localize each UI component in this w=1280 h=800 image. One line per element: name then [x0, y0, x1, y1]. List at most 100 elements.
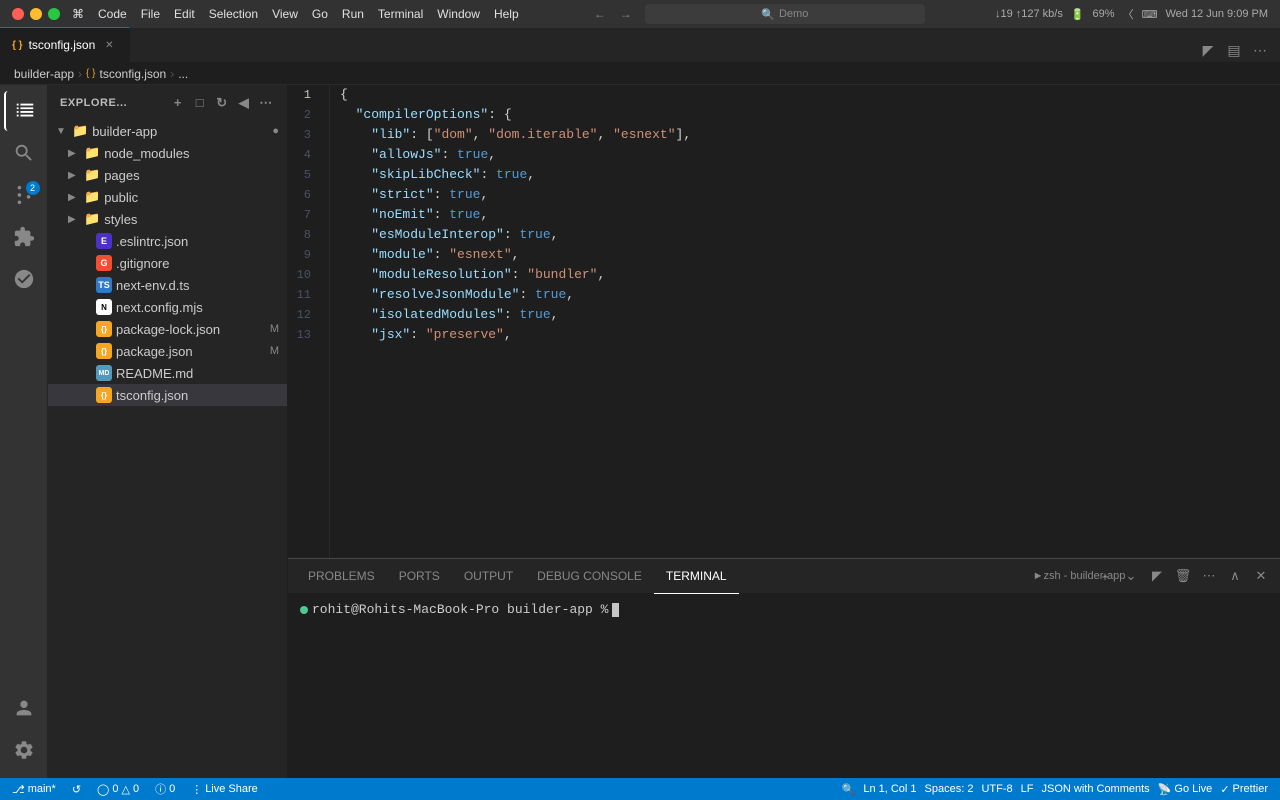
status-sync[interactable]: ↺ — [68, 778, 85, 800]
terminal-tabs: PROBLEMS PORTS OUTPUT DEBUG CONSOLE TERM… — [288, 559, 1280, 594]
tree-root-folder[interactable]: ▼ 📁 builder-app ● — [48, 120, 287, 142]
info-count: 0 — [169, 783, 175, 795]
tree-item-next-env[interactable]: TS next-env.d.ts — [48, 274, 287, 296]
breadcrumb-file[interactable]: tsconfig.json — [100, 67, 167, 81]
status-encoding[interactable]: UTF-8 — [977, 778, 1016, 800]
tree-item-package-lock[interactable]: {} package-lock.json M — [48, 318, 287, 340]
editor-area: 1 2 3 4 5 6 7 8 9 10 11 12 13 { "compile — [288, 85, 1280, 778]
sidebar-header-icons: + □ ↻ ◀ ⋯ — [169, 94, 275, 112]
back-arrow[interactable]: ← — [589, 5, 611, 23]
status-info[interactable]: ⓘ 0 — [151, 778, 179, 800]
terminal-tabs-right: ► zsh - builder-app + ⌄ ◤ 🗑 ⋯ ∧ ✕ — [1068, 565, 1272, 587]
warning-count: 0 — [133, 783, 139, 795]
new-folder-icon[interactable]: □ — [191, 94, 209, 112]
status-go-live[interactable]: 📡 Go Live — [1154, 778, 1217, 800]
breadcrumb-extra[interactable]: ... — [178, 67, 188, 81]
activity-source-control[interactable]: 2 — [4, 175, 44, 215]
activity-search[interactable] — [4, 133, 44, 173]
mac-window-controls[interactable] — [12, 8, 60, 20]
menu-selection[interactable]: Selection — [209, 7, 258, 21]
tree-item-tsconfig[interactable]: {} tsconfig.json — [48, 384, 287, 406]
sync-icon: ↺ — [72, 783, 81, 796]
activity-extensions[interactable] — [4, 217, 44, 257]
line-numbers: 1 2 3 4 5 6 7 8 9 10 11 12 13 — [288, 85, 330, 558]
tab-close-button[interactable]: ✕ — [101, 37, 117, 53]
breadcrumb: builder-app › { } tsconfig.json › ... — [0, 63, 1280, 85]
collapse-icon[interactable]: ◀ — [235, 94, 253, 112]
root-folder-badge: ● — [272, 125, 279, 137]
code-editor[interactable]: 1 2 3 4 5 6 7 8 9 10 11 12 13 { "compile — [288, 85, 1280, 558]
code-line-6: "strict": true, — [340, 185, 1280, 205]
terminal-tab-output[interactable]: OUTPUT — [452, 559, 525, 594]
code-line-4: "allowJs": true, — [340, 145, 1280, 165]
status-search[interactable]: 🔍 — [838, 778, 860, 800]
tree-item-node-modules[interactable]: ▶ 📁 node_modules — [48, 142, 287, 164]
terminal-chevron-icon[interactable]: ⌄ — [1120, 565, 1142, 587]
menu-edit[interactable]: Edit — [174, 7, 195, 21]
activity-remote[interactable] — [4, 259, 44, 299]
menu-terminal[interactable]: Terminal — [378, 7, 423, 21]
menu-run[interactable]: Run — [342, 7, 364, 21]
menu-view[interactable]: View — [272, 7, 298, 21]
tree-item-eslint[interactable]: E .eslintrc.json — [48, 230, 287, 252]
menu-file[interactable]: File — [141, 7, 160, 21]
nav-arrows: ← → — [589, 5, 637, 23]
more-actions-icon[interactable]: ⋯ — [1248, 38, 1272, 62]
tree-item-next-config[interactable]: N next.config.mjs — [48, 296, 287, 318]
maximize-button[interactable] — [48, 8, 60, 20]
tree-item-gitignore[interactable]: G .gitignore — [48, 252, 287, 274]
activity-account[interactable] — [4, 688, 44, 728]
terminal-tab-debug[interactable]: DEBUG CONSOLE — [525, 559, 654, 594]
ln-col-text: Ln 1, Col 1 — [863, 783, 916, 795]
code-content[interactable]: { "compilerOptions": { "lib": ["dom", "d… — [330, 85, 1280, 558]
badge-package-json: M — [270, 345, 279, 357]
new-terminal-icon[interactable]: + — [1094, 565, 1116, 587]
status-branch[interactable]: ⎇ main* — [8, 778, 60, 800]
new-file-icon[interactable]: + — [169, 94, 187, 112]
terminal-content[interactable]: rohit@Rohits-MacBook-Pro builder-app % — [288, 594, 1280, 778]
status-live-share[interactable]: ⋮ Live Share — [187, 778, 262, 800]
split-terminal-icon[interactable]: ◤ — [1146, 565, 1168, 587]
status-ln-col[interactable]: Ln 1, Col 1 — [859, 778, 920, 800]
status-eol[interactable]: LF — [1017, 778, 1038, 800]
terminal-tab-terminal[interactable]: TERMINAL — [654, 559, 739, 594]
tree-item-public[interactable]: ▶ 📁 public — [48, 186, 287, 208]
prompt-dot — [300, 606, 308, 614]
close-button[interactable] — [12, 8, 24, 20]
refresh-icon[interactable]: ↻ — [213, 94, 231, 112]
menu-help[interactable]: Help — [494, 7, 519, 21]
tab-tsconfig[interactable]: { } tsconfig.json ✕ — [0, 27, 130, 62]
menu-go[interactable]: Go — [312, 7, 328, 21]
tree-item-pages[interactable]: ▶ 📁 pages — [48, 164, 287, 186]
menu-window[interactable]: Window — [437, 7, 480, 21]
activity-settings[interactable] — [4, 730, 44, 770]
more-icon[interactable]: ⋯ — [257, 94, 275, 112]
menu-code[interactable]: Code — [98, 7, 127, 21]
status-spaces[interactable]: Spaces: 2 — [921, 778, 978, 800]
status-errors[interactable]: ◯ 0 △ 0 — [93, 778, 143, 800]
layout-icon[interactable]: ▤ — [1222, 38, 1246, 62]
forward-arrow[interactable]: → — [615, 5, 637, 23]
activity-explorer[interactable] — [4, 91, 44, 131]
trash-terminal-icon[interactable]: 🗑 — [1172, 565, 1194, 587]
terminal-tab-ports[interactable]: PORTS — [387, 559, 452, 594]
close-terminal-icon[interactable]: ✕ — [1250, 565, 1272, 587]
minimize-button[interactable] — [30, 8, 42, 20]
breadcrumb-root[interactable]: builder-app — [14, 67, 74, 81]
tree-item-package-json[interactable]: {} package.json M — [48, 340, 287, 362]
code-line-5: "skipLibCheck": true, — [340, 165, 1280, 185]
maximize-terminal-icon[interactable]: ∧ — [1224, 565, 1246, 587]
bluetooth-icon: ⌨ — [1142, 8, 1158, 21]
terminal-tab-problems[interactable]: PROBLEMS — [296, 559, 387, 594]
sidebar-header: EXPLORE... + □ ↻ ◀ ⋯ — [48, 85, 287, 120]
tree-item-styles[interactable]: ▶ 📁 styles — [48, 208, 287, 230]
status-language[interactable]: JSON with Comments — [1037, 778, 1153, 800]
search-bar[interactable]: 🔍 Demo — [645, 4, 925, 24]
code-line-8: "esModuleInterop": true, — [340, 225, 1280, 245]
tab-bar-actions: ◤ ▤ ⋯ — [1196, 38, 1280, 62]
menu-apple[interactable]: ⌘ — [72, 7, 84, 21]
tree-item-readme[interactable]: MD README.md — [48, 362, 287, 384]
status-prettier[interactable]: ✓ Prettier — [1216, 778, 1272, 800]
more-terminal-icon[interactable]: ⋯ — [1198, 565, 1220, 587]
split-editor-icon[interactable]: ◤ — [1196, 38, 1220, 62]
